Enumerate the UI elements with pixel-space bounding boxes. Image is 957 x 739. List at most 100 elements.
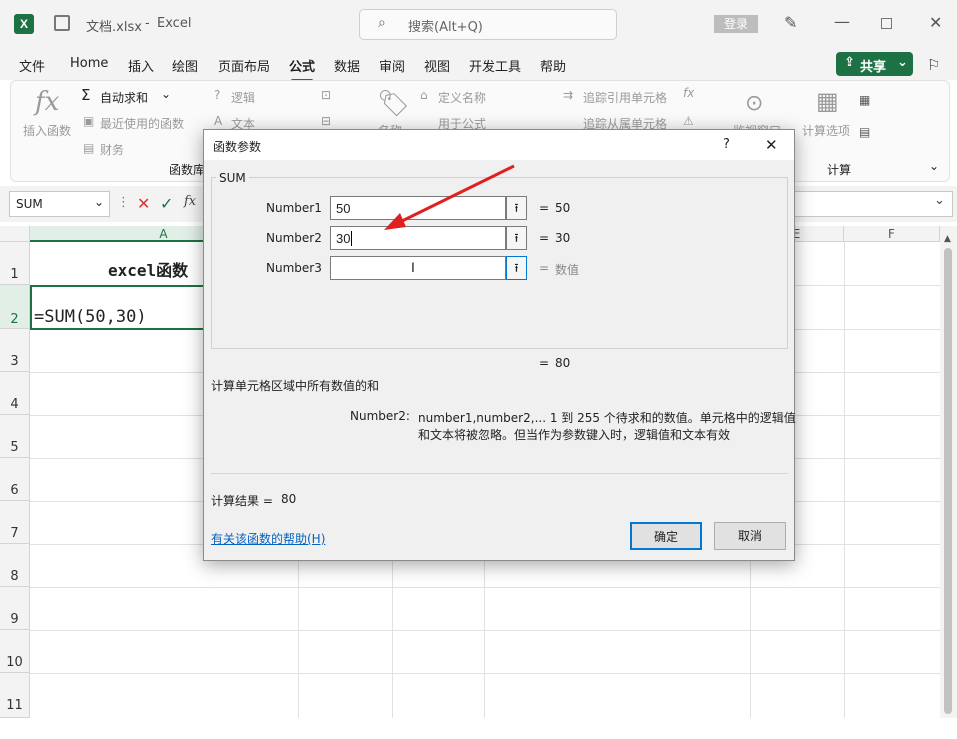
share-button[interactable]: ⇪ 共享 ⌄ bbox=[836, 52, 913, 76]
share-label: 共享 bbox=[860, 60, 887, 75]
calc-result-value: 80 bbox=[281, 492, 297, 506]
menu-file[interactable]: 文件 bbox=[19, 56, 45, 75]
define-name-button[interactable]: 定义名称 bbox=[438, 89, 486, 106]
menu-review[interactable]: 审阅 bbox=[379, 56, 405, 75]
minimize-icon[interactable]: — bbox=[834, 12, 850, 31]
ok-button[interactable]: 确定 bbox=[630, 522, 702, 550]
i-beam-cursor-icon: I bbox=[411, 259, 415, 275]
search-icon: ⌕ bbox=[378, 15, 386, 31]
ribbon-collapse-icon[interactable]: ⌄ bbox=[929, 159, 939, 173]
save-icon[interactable] bbox=[54, 15, 70, 31]
scroll-up-icon[interactable]: ▲ bbox=[944, 234, 951, 244]
upload-arrow-icon: ⭱ bbox=[514, 261, 519, 275]
arg2-equals: = bbox=[539, 231, 550, 245]
finance-button[interactable]: 财务 bbox=[100, 141, 124, 158]
name-box-value: SUM bbox=[16, 197, 43, 211]
group-calculation: 计算 bbox=[827, 163, 852, 177]
tag-icon: ⌂ bbox=[420, 88, 428, 102]
enter-icon[interactable]: ✓ bbox=[160, 194, 173, 213]
divider bbox=[211, 473, 788, 474]
select-all[interactable] bbox=[0, 226, 30, 242]
math-icon[interactable]: ⊟ bbox=[321, 114, 331, 128]
menu-page-layout[interactable]: 页面布局 bbox=[218, 56, 270, 75]
autosum-button[interactable]: 自动求和 bbox=[100, 89, 148, 106]
menu-insert[interactable]: 插入 bbox=[128, 56, 154, 75]
cancel-button[interactable]: 取消 bbox=[714, 522, 786, 550]
trace-precedents-icon: ⇉ bbox=[563, 88, 574, 102]
row-header-1[interactable]: 1 bbox=[0, 242, 30, 285]
arg1-label: Number1 bbox=[266, 201, 322, 215]
pen-icon[interactable]: ✎ bbox=[784, 13, 797, 32]
expand-formula-icon[interactable]: ⌄ bbox=[934, 193, 945, 208]
row-header-9[interactable]: 9 bbox=[0, 587, 30, 630]
menu-help[interactable]: 帮助 bbox=[540, 56, 566, 75]
close-window-icon[interactable]: ✕ bbox=[929, 13, 942, 32]
param-description-1: number1,number2,... 1 到 255 个待求和的数值。单元格中… bbox=[418, 411, 796, 425]
lookup-icon[interactable]: ⊡ bbox=[321, 88, 331, 102]
row-header-11[interactable]: 11 bbox=[0, 673, 30, 718]
arg3-result: 数值 bbox=[555, 263, 580, 277]
chevron-down-icon: ⌄ bbox=[897, 55, 908, 70]
app-name: Excel bbox=[157, 16, 192, 31]
cancel-icon[interactable]: ✕ bbox=[137, 194, 150, 213]
recent-functions-button[interactable]: 最近使用的函数 bbox=[100, 115, 184, 132]
number1-value: 50 bbox=[336, 201, 351, 216]
text-caret bbox=[351, 231, 353, 246]
calc-sheet-icon[interactable]: ▤ bbox=[859, 125, 870, 139]
arg2-result: 30 bbox=[555, 231, 571, 245]
number3-input[interactable]: I bbox=[330, 256, 506, 280]
insert-function-button[interactable]: 插入函数 bbox=[23, 122, 71, 139]
watch-window-icon: ⊙ bbox=[745, 91, 764, 116]
search-box[interactable]: ⌕ 搜索(Alt+Q) bbox=[359, 9, 617, 40]
total-result: 80 bbox=[555, 356, 571, 370]
number2-value: 30 bbox=[336, 231, 351, 246]
show-formulas-icon[interactable]: fx bbox=[683, 86, 694, 100]
menu-data[interactable]: 数据 bbox=[334, 56, 360, 75]
row-header-2[interactable]: 2 bbox=[0, 285, 30, 329]
row-header-3[interactable]: 3 bbox=[0, 329, 30, 372]
trace-precedents-button[interactable]: 追踪引用单元格 bbox=[583, 89, 667, 106]
column-header-f[interactable]: F bbox=[844, 226, 940, 242]
excel-logo-icon: X bbox=[14, 14, 34, 34]
arg3-equals: = bbox=[539, 261, 550, 275]
scroll-thumb[interactable] bbox=[944, 248, 952, 714]
dialog-title: 函数参数 bbox=[213, 140, 262, 154]
finance-icon: ▤ bbox=[83, 141, 95, 155]
maximize-icon[interactable] bbox=[881, 18, 892, 29]
collapse-ref-button-3[interactable]: ⭱ bbox=[506, 256, 527, 280]
title-separator: - bbox=[145, 16, 150, 31]
help-button[interactable]: ? bbox=[723, 137, 730, 152]
name-box[interactable]: SUM ⌄ bbox=[9, 191, 110, 217]
calc-now-icon[interactable]: ▦ bbox=[859, 93, 870, 107]
arg1-equals: = bbox=[539, 201, 550, 215]
name-manager-icon: 🏷 bbox=[377, 89, 411, 119]
param-label: Number2: bbox=[350, 409, 410, 423]
dialog-close-icon[interactable]: ✕ bbox=[765, 136, 778, 154]
row-header-4[interactable]: 4 bbox=[0, 372, 30, 415]
row-header-10[interactable]: 10 bbox=[0, 630, 30, 673]
error-check-icon[interactable]: ⚠ bbox=[683, 114, 694, 128]
row-header-8[interactable]: 8 bbox=[0, 544, 30, 587]
calc-result-label: 计算结果 = bbox=[211, 494, 273, 508]
more-icon: ⋮ bbox=[117, 195, 130, 210]
row-header-6[interactable]: 6 bbox=[0, 458, 30, 501]
comment-icon[interactable]: ⚐ bbox=[927, 56, 940, 74]
text-icon: A bbox=[214, 114, 223, 128]
logic-button[interactable]: 逻辑 bbox=[231, 89, 255, 106]
share-icon: ⇪ bbox=[844, 55, 855, 70]
menu-draw[interactable]: 绘图 bbox=[172, 56, 198, 75]
total-equals: = bbox=[539, 356, 550, 370]
menu-home[interactable]: Home bbox=[70, 56, 108, 71]
param-description-2: 和文本将被忽略。但当作为参数键入时，逻辑值和文本有效 bbox=[418, 428, 731, 442]
login-button[interactable]: 登录 bbox=[714, 15, 758, 33]
row-header-7[interactable]: 7 bbox=[0, 501, 30, 544]
cell-a1[interactable]: excel函数 bbox=[108, 257, 188, 281]
menu-view[interactable]: 视图 bbox=[424, 56, 450, 75]
menu-developer[interactable]: 开发工具 bbox=[469, 56, 521, 75]
vertical-scrollbar[interactable]: ▲ bbox=[940, 226, 957, 718]
calc-options-button[interactable]: 计算选项 bbox=[802, 122, 850, 139]
function-help-link[interactable]: 有关该函数的帮助(H) bbox=[211, 530, 325, 547]
fx-icon[interactable]: fx bbox=[184, 194, 196, 209]
row-header-5[interactable]: 5 bbox=[0, 415, 30, 458]
menu-formulas[interactable]: 公式 bbox=[289, 56, 315, 82]
